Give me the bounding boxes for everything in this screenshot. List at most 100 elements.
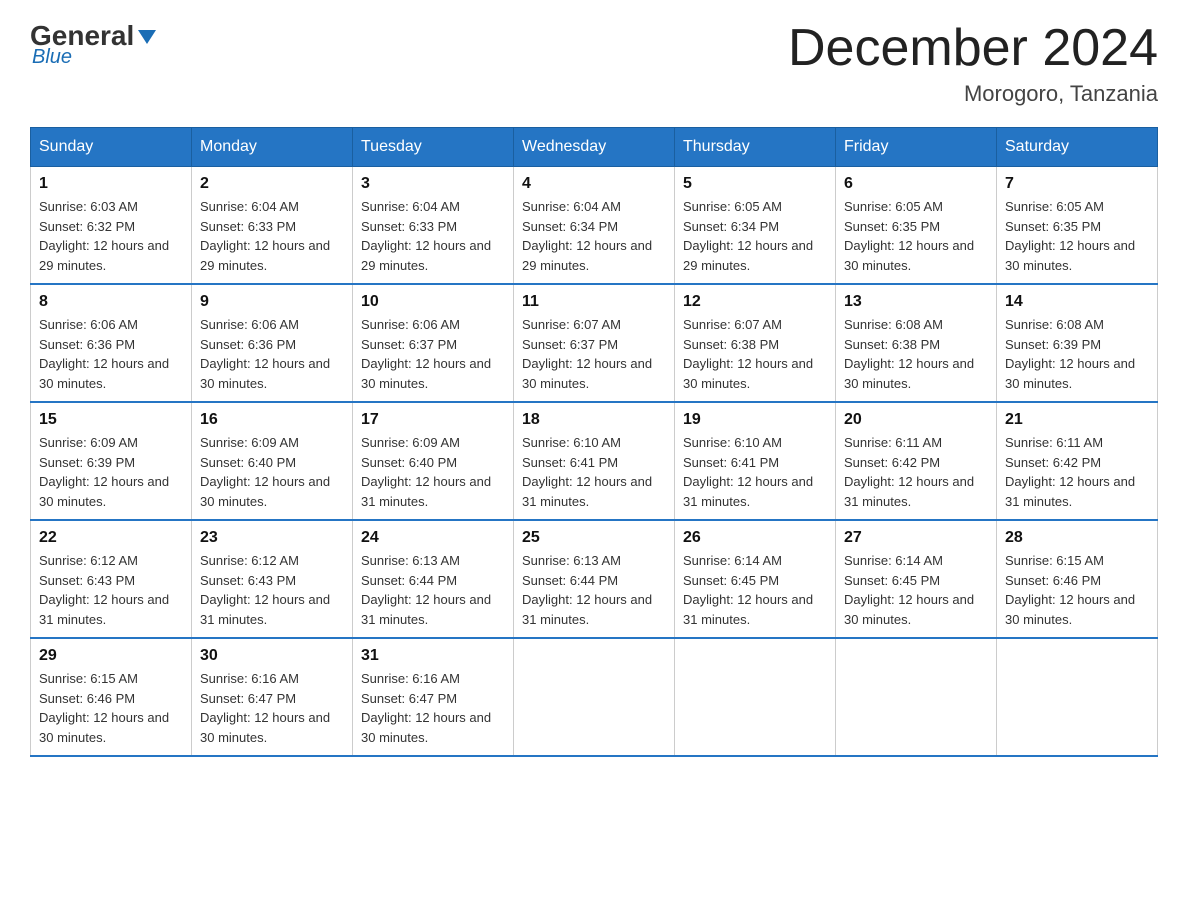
table-row [514, 638, 675, 756]
logo-blue-text: Blue [30, 46, 72, 69]
day-info: Sunrise: 6:05 AM Sunset: 6:34 PM Dayligh… [683, 197, 827, 275]
day-info: Sunrise: 6:08 AM Sunset: 6:38 PM Dayligh… [844, 315, 988, 393]
sunrise-label: Sunrise: 6:09 AM [39, 435, 138, 450]
sunrise-label: Sunrise: 6:14 AM [683, 553, 782, 568]
header-thursday: Thursday [675, 128, 836, 167]
logo-triangle-icon [136, 26, 158, 48]
sunrise-label: Sunrise: 6:08 AM [1005, 317, 1104, 332]
sunrise-label: Sunrise: 6:15 AM [1005, 553, 1104, 568]
table-row [836, 638, 997, 756]
table-row: 16 Sunrise: 6:09 AM Sunset: 6:40 PM Dayl… [192, 402, 353, 520]
daylight-label: Daylight: 12 hours and 30 minutes. [39, 710, 169, 745]
calendar-header-row: Sunday Monday Tuesday Wednesday Thursday… [31, 128, 1158, 167]
header-tuesday: Tuesday [353, 128, 514, 167]
page-title: December 2024 [788, 20, 1158, 77]
day-info: Sunrise: 6:09 AM Sunset: 6:40 PM Dayligh… [361, 433, 505, 511]
day-info: Sunrise: 6:16 AM Sunset: 6:47 PM Dayligh… [200, 669, 344, 747]
day-number: 10 [361, 293, 505, 311]
table-row: 26 Sunrise: 6:14 AM Sunset: 6:45 PM Dayl… [675, 520, 836, 638]
table-row: 13 Sunrise: 6:08 AM Sunset: 6:38 PM Dayl… [836, 284, 997, 402]
day-info: Sunrise: 6:11 AM Sunset: 6:42 PM Dayligh… [1005, 433, 1149, 511]
daylight-label: Daylight: 12 hours and 29 minutes. [200, 238, 330, 273]
table-row: 11 Sunrise: 6:07 AM Sunset: 6:37 PM Dayl… [514, 284, 675, 402]
sunrise-label: Sunrise: 6:10 AM [522, 435, 621, 450]
table-row [675, 638, 836, 756]
day-info: Sunrise: 6:05 AM Sunset: 6:35 PM Dayligh… [844, 197, 988, 275]
sunrise-label: Sunrise: 6:06 AM [361, 317, 460, 332]
sunset-label: Sunset: 6:35 PM [844, 219, 940, 234]
daylight-label: Daylight: 12 hours and 30 minutes. [522, 356, 652, 391]
daylight-label: Daylight: 12 hours and 29 minutes. [361, 238, 491, 273]
table-row: 18 Sunrise: 6:10 AM Sunset: 6:41 PM Dayl… [514, 402, 675, 520]
day-info: Sunrise: 6:06 AM Sunset: 6:36 PM Dayligh… [39, 315, 183, 393]
table-row: 15 Sunrise: 6:09 AM Sunset: 6:39 PM Dayl… [31, 402, 192, 520]
day-info: Sunrise: 6:14 AM Sunset: 6:45 PM Dayligh… [844, 551, 988, 629]
sunrise-label: Sunrise: 6:03 AM [39, 199, 138, 214]
day-info: Sunrise: 6:16 AM Sunset: 6:47 PM Dayligh… [361, 669, 505, 747]
day-info: Sunrise: 6:15 AM Sunset: 6:46 PM Dayligh… [1005, 551, 1149, 629]
daylight-label: Daylight: 12 hours and 31 minutes. [361, 474, 491, 509]
day-number: 8 [39, 293, 183, 311]
sunset-label: Sunset: 6:44 PM [522, 573, 618, 588]
sunrise-label: Sunrise: 6:14 AM [844, 553, 943, 568]
sunset-label: Sunset: 6:42 PM [1005, 455, 1101, 470]
daylight-label: Daylight: 12 hours and 30 minutes. [39, 356, 169, 391]
header-friday: Friday [836, 128, 997, 167]
daylight-label: Daylight: 12 hours and 30 minutes. [361, 710, 491, 745]
page-subtitle: Morogoro, Tanzania [788, 81, 1158, 107]
day-info: Sunrise: 6:08 AM Sunset: 6:39 PM Dayligh… [1005, 315, 1149, 393]
sunrise-label: Sunrise: 6:16 AM [200, 671, 299, 686]
table-row: 29 Sunrise: 6:15 AM Sunset: 6:46 PM Dayl… [31, 638, 192, 756]
daylight-label: Daylight: 12 hours and 30 minutes. [361, 356, 491, 391]
daylight-label: Daylight: 12 hours and 29 minutes. [522, 238, 652, 273]
calendar-week-row: 1 Sunrise: 6:03 AM Sunset: 6:32 PM Dayli… [31, 167, 1158, 285]
daylight-label: Daylight: 12 hours and 31 minutes. [683, 592, 813, 627]
sunset-label: Sunset: 6:40 PM [361, 455, 457, 470]
day-info: Sunrise: 6:06 AM Sunset: 6:36 PM Dayligh… [200, 315, 344, 393]
table-row [997, 638, 1158, 756]
calendar-week-row: 22 Sunrise: 6:12 AM Sunset: 6:43 PM Dayl… [31, 520, 1158, 638]
day-info: Sunrise: 6:13 AM Sunset: 6:44 PM Dayligh… [522, 551, 666, 629]
sunrise-label: Sunrise: 6:08 AM [844, 317, 943, 332]
day-number: 23 [200, 529, 344, 547]
daylight-label: Daylight: 12 hours and 31 minutes. [522, 474, 652, 509]
daylight-label: Daylight: 12 hours and 30 minutes. [1005, 356, 1135, 391]
sunrise-label: Sunrise: 6:11 AM [844, 435, 942, 450]
day-number: 18 [522, 411, 666, 429]
day-number: 11 [522, 293, 666, 311]
sunset-label: Sunset: 6:36 PM [200, 337, 296, 352]
table-row: 23 Sunrise: 6:12 AM Sunset: 6:43 PM Dayl… [192, 520, 353, 638]
table-row: 1 Sunrise: 6:03 AM Sunset: 6:32 PM Dayli… [31, 167, 192, 285]
sunrise-label: Sunrise: 6:06 AM [200, 317, 299, 332]
day-number: 16 [200, 411, 344, 429]
daylight-label: Daylight: 12 hours and 30 minutes. [1005, 238, 1135, 273]
logo: General Blue [30, 20, 158, 69]
sunset-label: Sunset: 6:43 PM [39, 573, 135, 588]
sunset-label: Sunset: 6:37 PM [361, 337, 457, 352]
table-row: 22 Sunrise: 6:12 AM Sunset: 6:43 PM Dayl… [31, 520, 192, 638]
title-section: December 2024 Morogoro, Tanzania [788, 20, 1158, 107]
sunrise-label: Sunrise: 6:12 AM [200, 553, 299, 568]
table-row: 20 Sunrise: 6:11 AM Sunset: 6:42 PM Dayl… [836, 402, 997, 520]
day-number: 2 [200, 175, 344, 193]
day-number: 20 [844, 411, 988, 429]
sunset-label: Sunset: 6:47 PM [361, 691, 457, 706]
table-row: 8 Sunrise: 6:06 AM Sunset: 6:36 PM Dayli… [31, 284, 192, 402]
day-number: 7 [1005, 175, 1149, 193]
day-number: 15 [39, 411, 183, 429]
daylight-label: Daylight: 12 hours and 30 minutes. [200, 474, 330, 509]
header-saturday: Saturday [997, 128, 1158, 167]
day-number: 13 [844, 293, 988, 311]
sunset-label: Sunset: 6:33 PM [361, 219, 457, 234]
day-number: 22 [39, 529, 183, 547]
day-info: Sunrise: 6:04 AM Sunset: 6:33 PM Dayligh… [361, 197, 505, 275]
daylight-label: Daylight: 12 hours and 31 minutes. [1005, 474, 1135, 509]
sunrise-label: Sunrise: 6:07 AM [683, 317, 782, 332]
day-info: Sunrise: 6:09 AM Sunset: 6:39 PM Dayligh… [39, 433, 183, 511]
sunset-label: Sunset: 6:46 PM [39, 691, 135, 706]
table-row: 25 Sunrise: 6:13 AM Sunset: 6:44 PM Dayl… [514, 520, 675, 638]
day-number: 30 [200, 647, 344, 665]
table-row: 28 Sunrise: 6:15 AM Sunset: 6:46 PM Dayl… [997, 520, 1158, 638]
day-number: 28 [1005, 529, 1149, 547]
daylight-label: Daylight: 12 hours and 29 minutes. [683, 238, 813, 273]
